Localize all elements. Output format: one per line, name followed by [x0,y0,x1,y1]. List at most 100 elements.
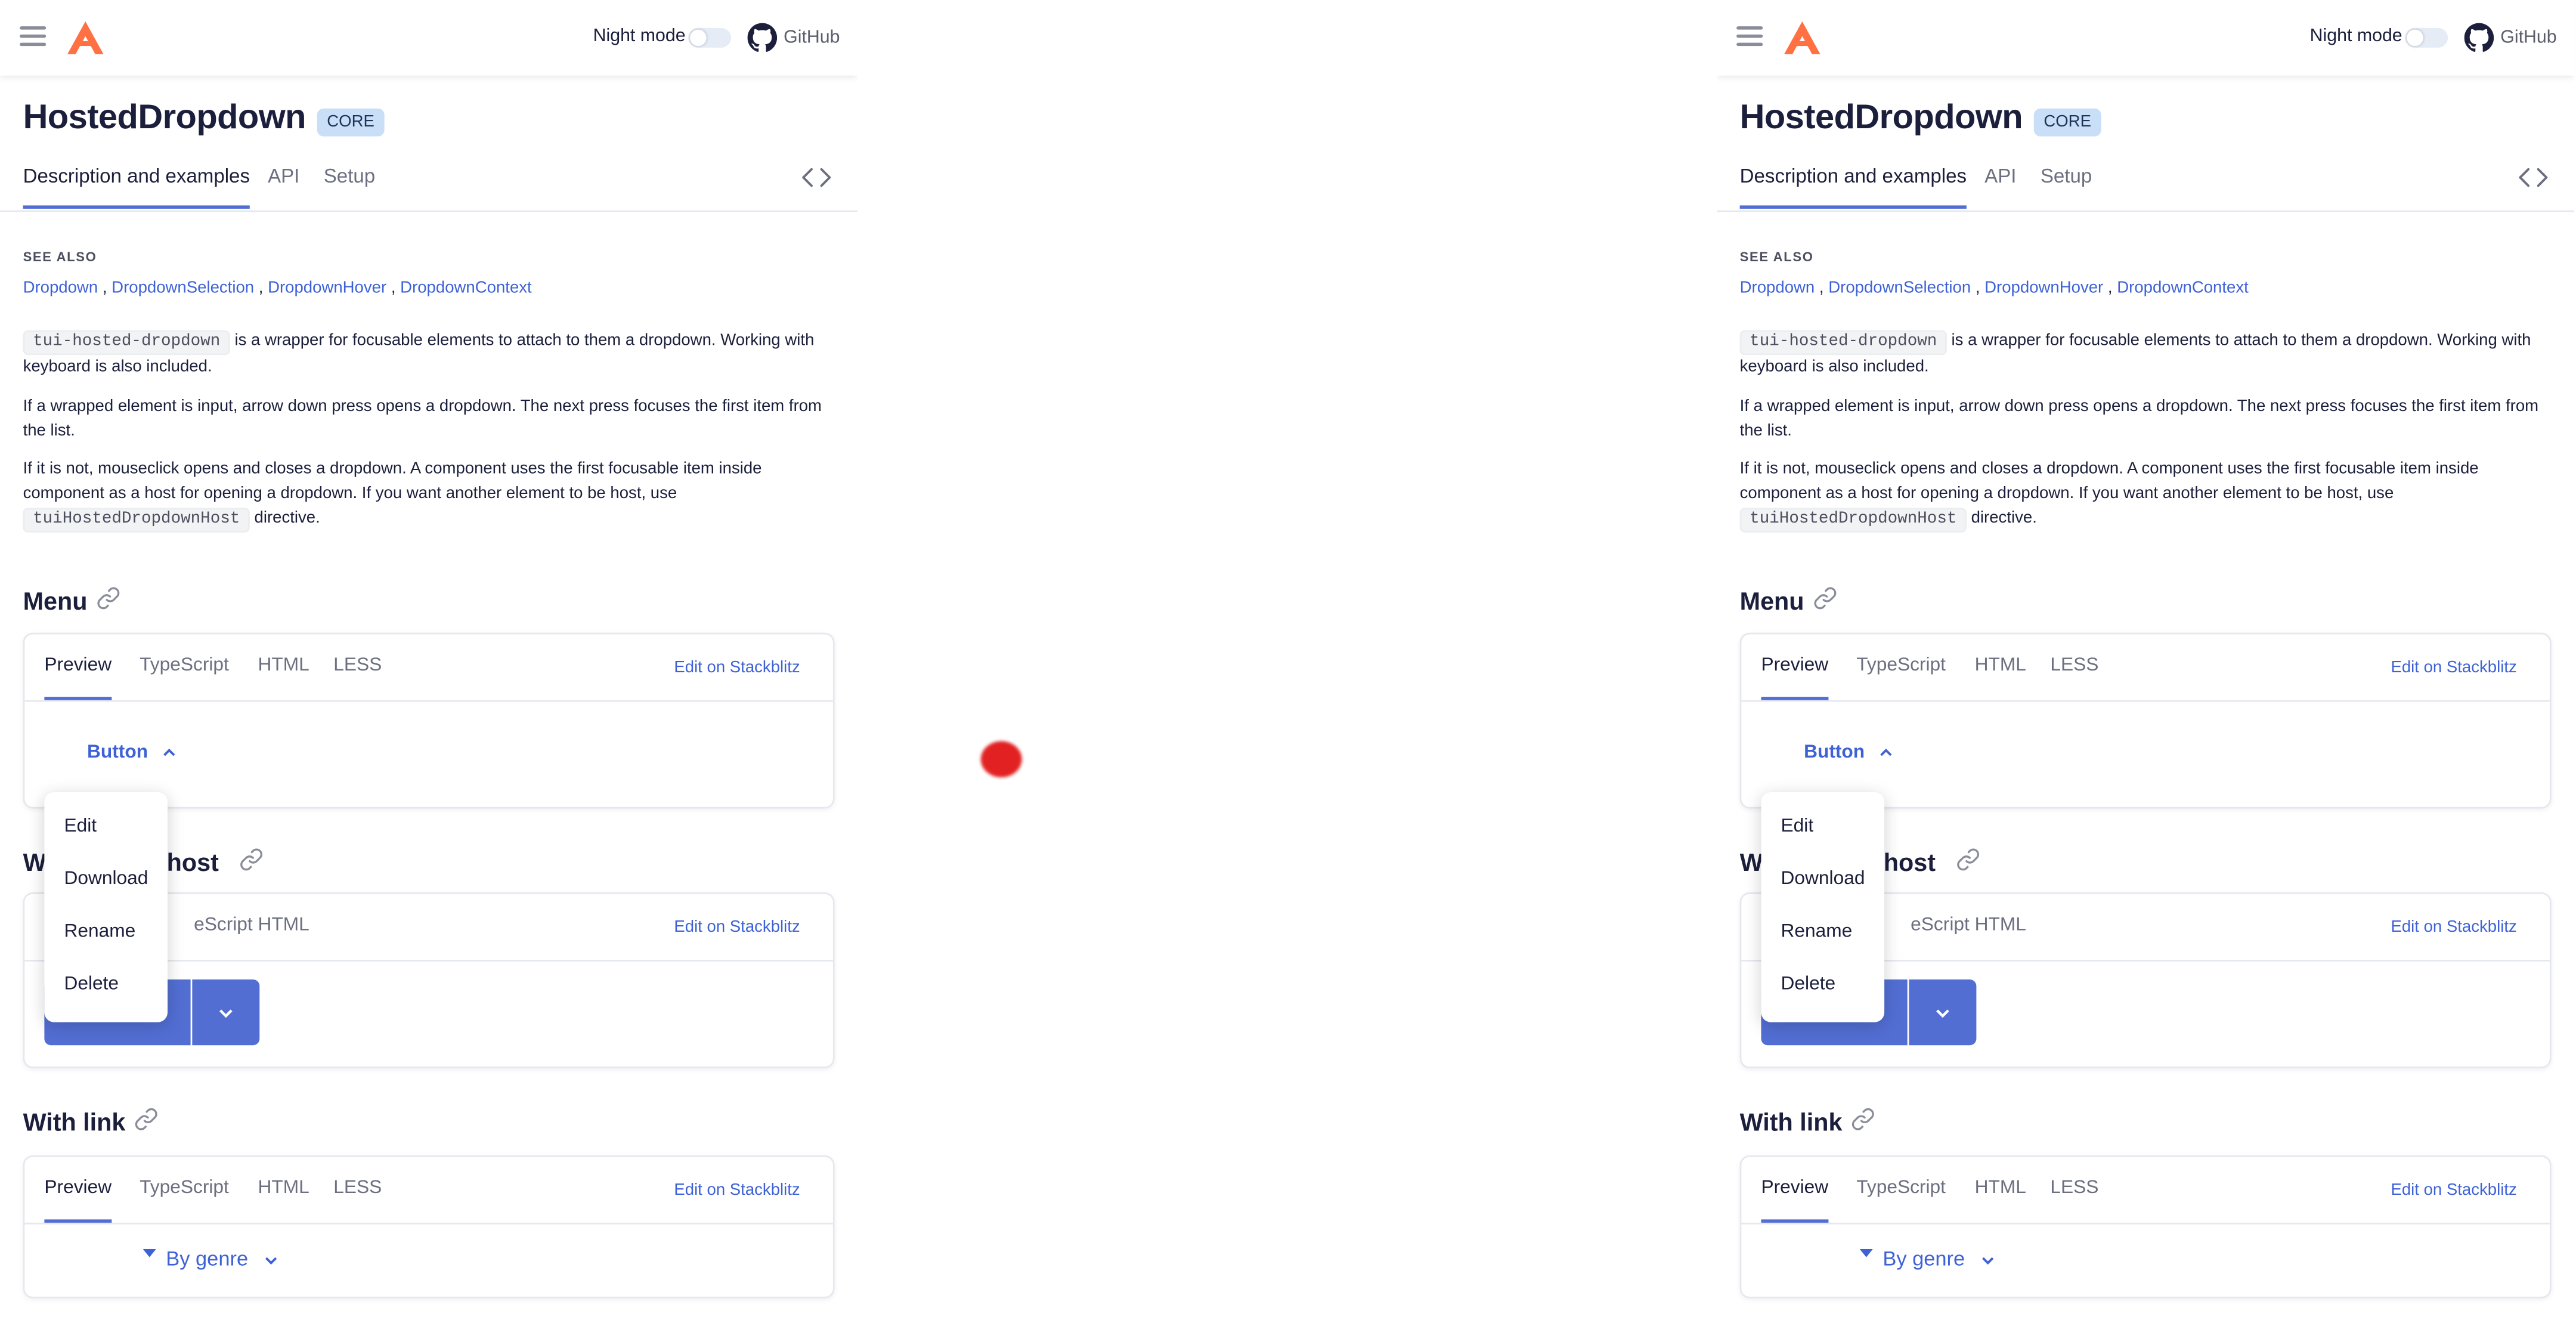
menu-item-download[interactable]: Download [64,869,148,889]
logo-icon[interactable] [66,20,105,56]
night-mode-toggle[interactable] [688,27,732,48]
link-icon[interactable] [1850,1106,1876,1132]
caret-down-icon [143,1249,156,1257]
menu-item-edit[interactable]: Edit [1781,817,1814,836]
github-icon[interactable] [2464,23,2494,53]
tab-api[interactable]: API [1984,165,2016,209]
logo-icon[interactable] [1782,20,1822,56]
link-dropdown-selection[interactable]: DropdownSelection [112,279,254,297]
night-mode-label: Night mode [593,26,686,47]
night-mode-label: Night mode [2309,26,2402,47]
menu-item-delete[interactable]: Delete [1781,975,1836,994]
tab-less[interactable]: LESS [2050,656,2098,699]
edit-on-stackblitz-link[interactable]: Edit on Stackblitz [674,1182,800,1200]
link-dropdown-selection[interactable]: DropdownSelection [1828,279,1971,297]
dropdown-button[interactable]: Button [87,743,176,762]
tab-html[interactable]: HTML [1975,916,2026,959]
demo-tabs: Preview TypeScript HTML LESS Edit on Sta… [1741,1157,2550,1225]
link-dropdown-context[interactable]: DropdownContext [2117,279,2249,297]
link-dropdown-context[interactable]: DropdownContext [400,279,532,297]
tab-preview[interactable]: Preview [1761,1178,1829,1223]
link-icon[interactable] [1955,846,1981,873]
demo-card-menu: Preview TypeScript HTML LESS Edit on Sta… [23,632,835,809]
edit-on-stackblitz-link[interactable]: Edit on Stackblitz [674,659,800,677]
separator: , [102,279,107,298]
tab-typescript[interactable]: TypeScript [1856,1178,1946,1221]
link-dropdown-hover[interactable]: DropdownHover [1984,279,2103,297]
code-icon[interactable] [2519,166,2549,189]
link-dropdown[interactable]: Dropdown [23,279,98,297]
menu-item-delete[interactable]: Delete [64,975,119,994]
tab-typescript[interactable]: eScript [194,916,253,959]
github-icon[interactable] [747,23,778,53]
github-link[interactable]: GitHub [2500,28,2556,48]
link-icon[interactable] [95,585,122,611]
separator: , [258,279,264,298]
tab-html[interactable]: HTML [1975,1178,2026,1221]
tab-setup[interactable]: Setup [324,165,375,209]
tab-preview[interactable]: Preview [1761,656,1829,700]
demo-tabs: Preview TypeScript HTML LESS Edit on Sta… [24,634,833,702]
split-button-arrow[interactable] [192,979,260,1046]
link-icon[interactable] [1812,585,1838,611]
tab-description[interactable]: Description and examples [23,165,250,209]
top-bar: Night mode GitHub [0,0,858,76]
page-tabs: Description and examples API Setup [1717,165,2575,212]
night-mode-toggle[interactable] [2405,27,2448,48]
chevron-down-icon [1981,1256,1993,1265]
by-genre-link[interactable]: By genre [166,1247,277,1271]
edit-on-stackblitz-link[interactable]: Edit on Stackblitz [2391,1182,2516,1200]
dropdown-button[interactable]: Button [1804,743,1893,762]
tab-less[interactable]: LESS [333,1178,382,1221]
link-icon[interactable] [238,846,264,873]
dropdown-button-label: Button [1804,743,1865,763]
hamburger-icon[interactable] [20,26,47,48]
link-icon[interactable] [133,1106,159,1132]
page-tabs: Description and examples API Setup [0,165,858,212]
demo-card-with-link: Preview TypeScript HTML LESS Edit on Sta… [23,1155,835,1299]
menu-item-edit[interactable]: Edit [64,817,97,836]
tab-setup[interactable]: Setup [2041,165,2092,209]
link-dropdown-hover[interactable]: DropdownHover [268,279,386,297]
tab-typescript[interactable]: eScript [1911,916,1970,959]
github-link[interactable]: GitHub [784,28,840,48]
split-button-arrow[interactable] [1909,979,1977,1046]
tab-typescript[interactable]: TypeScript [1856,656,1946,699]
by-genre-link[interactable]: By genre [1883,1247,1993,1271]
paragraph-text: directive. [1971,509,2037,528]
menu-item-rename[interactable]: Rename [1781,922,1853,942]
core-badge: CORE [317,108,385,137]
core-badge: CORE [2033,108,2101,137]
tab-typescript[interactable]: TypeScript [140,656,229,699]
tab-preview[interactable]: Preview [44,1178,112,1223]
tab-typescript[interactable]: TypeScript [140,1178,229,1221]
link-dropdown[interactable]: Dropdown [1740,279,1815,297]
tab-html[interactable]: HTML [1975,656,2026,699]
screen: Night mode GitHub HostedDropdown CORE De… [0,0,2576,1325]
edit-on-stackblitz-link[interactable]: Edit on Stackblitz [674,919,800,937]
tab-html[interactable]: HTML [258,656,309,699]
tab-api[interactable]: API [268,165,299,209]
section-title-menu: Menu [23,588,88,617]
code-host-directive: tuiHostedDropdownHost [23,508,250,533]
menu-item-download[interactable]: Download [1781,869,1865,889]
separator: , [1975,279,1980,298]
code-icon[interactable] [801,166,831,189]
edit-on-stackblitz-link[interactable]: Edit on Stackblitz [2391,919,2516,937]
tab-html[interactable]: HTML [258,916,309,959]
section-title-menu: Menu [1739,588,1804,617]
tab-preview[interactable]: Preview [44,656,112,700]
tab-less[interactable]: LESS [333,656,382,699]
top-bar: Night mode GitHub [1717,0,2575,76]
chevron-down-icon [264,1256,276,1265]
panel-left: Night mode GitHub HostedDropdown CORE De… [0,0,858,1325]
see-also-heading: SEE ALSO [23,249,97,265]
title-start: W [1739,849,1763,878]
edit-on-stackblitz-link[interactable]: Edit on Stackblitz [2391,659,2516,677]
tab-description[interactable]: Description and examples [1739,165,1967,209]
tab-html[interactable]: HTML [258,1178,309,1221]
menu-item-rename[interactable]: Rename [64,922,135,942]
demo-tabs: Preview TypeScript HTML LESS Edit on Sta… [24,1157,833,1225]
tab-less[interactable]: LESS [2050,1178,2098,1221]
hamburger-icon[interactable] [1736,26,1763,48]
